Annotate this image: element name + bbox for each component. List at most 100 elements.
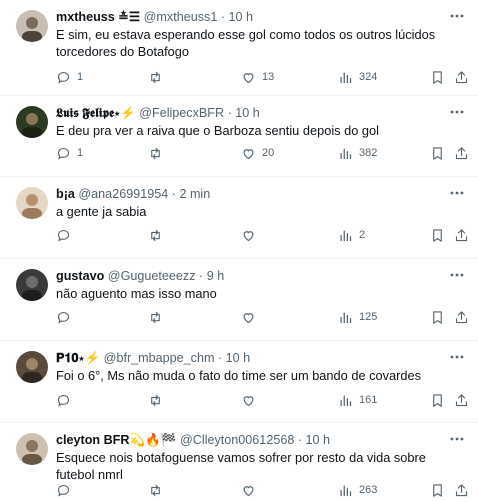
tweet[interactable]: 𝐏𝟏𝟎⋆⚡ @bfr_mbappe_chm · 10 h Foi o 6°, M… bbox=[0, 341, 478, 423]
timestamp[interactable]: 10 h bbox=[226, 351, 251, 365]
share-icon bbox=[455, 70, 468, 83]
action-bar: 263 bbox=[56, 481, 469, 499]
action-bar: 1 20 382 bbox=[56, 144, 469, 162]
avatar[interactable] bbox=[16, 351, 48, 383]
more-options-icon[interactable] bbox=[448, 105, 466, 119]
retweet-icon bbox=[151, 394, 160, 406]
user-handle[interactable]: @mxtheuss1 bbox=[144, 10, 218, 24]
avatar[interactable] bbox=[16, 433, 48, 465]
tweet-header: 𝕷𝖚𝖎𝖘 𝕱𝖊𝖑𝖎𝖕𝖊⋆⚡ @FelipecxBFR · 10 h bbox=[56, 105, 462, 121]
reply-button[interactable]: 1 bbox=[56, 68, 83, 86]
bookmark-icon bbox=[433, 393, 442, 407]
user-handle[interactable]: @FelipecxBFR bbox=[139, 106, 224, 120]
reply-button[interactable] bbox=[56, 226, 77, 244]
bookmark-button[interactable] bbox=[430, 391, 445, 409]
display-name[interactable]: cleyton BFR💫🔥🏁 bbox=[56, 433, 177, 447]
avatar[interactable] bbox=[16, 106, 48, 138]
heart-icon bbox=[243, 485, 254, 496]
timestamp[interactable]: 10 h bbox=[235, 106, 260, 120]
avatar[interactable] bbox=[16, 187, 48, 219]
bookmark-button[interactable] bbox=[430, 68, 445, 86]
bookmark-button[interactable] bbox=[430, 481, 445, 499]
views-button[interactable]: 2 bbox=[338, 226, 365, 244]
more-options-icon[interactable] bbox=[448, 9, 466, 23]
display-name[interactable]: 𝐏𝟏𝟎⋆⚡ bbox=[56, 351, 100, 365]
tweet-text: E deu pra ver a raiva que o Barboza sent… bbox=[56, 123, 379, 138]
like-count: 13 bbox=[262, 71, 275, 83]
separator: · bbox=[199, 269, 204, 283]
bookmark-button[interactable] bbox=[430, 226, 445, 244]
timestamp[interactable]: 10 h bbox=[306, 433, 331, 447]
retweet-button[interactable] bbox=[148, 226, 169, 244]
display-name[interactable]: mxtheuss ≛☰ bbox=[56, 10, 140, 24]
more-options-icon[interactable] bbox=[448, 186, 466, 200]
display-name[interactable]: b¡a bbox=[56, 187, 75, 201]
user-handle[interactable]: @Clleyton00612568 bbox=[180, 433, 294, 447]
like-button[interactable]: 13 bbox=[241, 68, 274, 86]
retweet-button[interactable] bbox=[148, 391, 169, 409]
bookmark-icon bbox=[433, 70, 442, 84]
share-button[interactable] bbox=[454, 226, 469, 244]
bookmark-button[interactable] bbox=[430, 144, 445, 162]
separator: · bbox=[217, 351, 223, 365]
reply-button[interactable] bbox=[56, 391, 77, 409]
bookmark-icon bbox=[433, 146, 442, 160]
separator: · bbox=[297, 433, 303, 447]
reply-icon bbox=[57, 311, 70, 324]
tweet[interactable]: mxtheuss ≛☰ @mxtheuss1 · 10 h E sim, eu … bbox=[0, 0, 478, 96]
timestamp[interactable]: 9 h bbox=[207, 269, 225, 283]
reply-icon bbox=[57, 484, 70, 497]
retweet-icon bbox=[151, 147, 160, 159]
more-options-icon[interactable] bbox=[448, 350, 466, 364]
tweet[interactable]: 𝕷𝖚𝖎𝖘 𝕱𝖊𝖑𝖎𝖕𝖊⋆⚡ @FelipecxBFR · 10 h E deu … bbox=[0, 96, 478, 177]
display-name[interactable]: 𝕷𝖚𝖎𝖘 𝕱𝖊𝖑𝖎𝖕𝖊⋆⚡ bbox=[56, 106, 136, 120]
more-options-icon[interactable] bbox=[448, 268, 466, 282]
views-button[interactable]: 324 bbox=[338, 68, 377, 86]
views-button[interactable]: 125 bbox=[338, 308, 377, 326]
like-button[interactable] bbox=[241, 481, 262, 499]
timestamp[interactable]: 10 h bbox=[229, 10, 254, 24]
retweet-button[interactable] bbox=[148, 481, 169, 499]
reply-icon bbox=[57, 71, 70, 84]
retweet-icon bbox=[151, 229, 160, 241]
bookmark-button[interactable] bbox=[430, 308, 445, 326]
tweet-header: 𝐏𝟏𝟎⋆⚡ @bfr_mbappe_chm · 10 h bbox=[56, 350, 462, 366]
bookmark-icon bbox=[433, 228, 442, 242]
more-options-icon[interactable] bbox=[448, 432, 466, 446]
like-button[interactable] bbox=[241, 391, 262, 409]
display-name[interactable]: gustavo bbox=[56, 269, 104, 283]
views-button[interactable]: 382 bbox=[338, 144, 377, 162]
like-button[interactable]: 20 bbox=[241, 144, 274, 162]
avatar[interactable] bbox=[16, 10, 48, 42]
share-button[interactable] bbox=[454, 308, 469, 326]
heart-icon bbox=[243, 72, 254, 83]
tweet[interactable]: b¡a @ana26991954 · 2 min a gente ja sabi… bbox=[0, 177, 478, 259]
like-button[interactable] bbox=[241, 226, 262, 244]
retweet-button[interactable] bbox=[148, 68, 169, 86]
share-button[interactable] bbox=[454, 68, 469, 86]
reply-feed: mxtheuss ≛☰ @mxtheuss1 · 10 h E sim, eu … bbox=[0, 0, 478, 502]
views-button[interactable]: 263 bbox=[338, 481, 377, 499]
reply-icon bbox=[57, 394, 70, 407]
user-handle[interactable]: @bfr_mbappe_chm bbox=[104, 351, 215, 365]
timestamp[interactable]: 2 min bbox=[179, 187, 210, 201]
reply-icon bbox=[57, 229, 70, 242]
reply-button[interactable] bbox=[56, 308, 77, 326]
avatar[interactable] bbox=[16, 269, 48, 301]
tweet-header: gustavo @Gugueteeezz · 9 h bbox=[56, 268, 462, 284]
share-button[interactable] bbox=[454, 481, 469, 499]
tweet[interactable]: gustavo @Gugueteeezz · 9 h não aguento m… bbox=[0, 259, 478, 341]
reply-button[interactable] bbox=[56, 481, 77, 499]
share-icon bbox=[455, 393, 468, 406]
user-handle[interactable]: @Gugueteeezz bbox=[108, 269, 196, 283]
tweet[interactable]: cleyton BFR💫🔥🏁 @Clleyton00612568 · 10 h … bbox=[0, 423, 478, 502]
reply-button[interactable]: 1 bbox=[56, 144, 83, 162]
retweet-button[interactable] bbox=[148, 144, 169, 162]
retweet-button[interactable] bbox=[148, 308, 169, 326]
tweet-text: Foi o 6°, Ms não muda o fato do time ser… bbox=[56, 368, 422, 383]
user-handle[interactable]: @ana26991954 bbox=[78, 187, 168, 201]
views-button[interactable]: 161 bbox=[338, 391, 377, 409]
share-button[interactable] bbox=[454, 144, 469, 162]
like-button[interactable] bbox=[241, 308, 262, 326]
share-button[interactable] bbox=[454, 391, 469, 409]
